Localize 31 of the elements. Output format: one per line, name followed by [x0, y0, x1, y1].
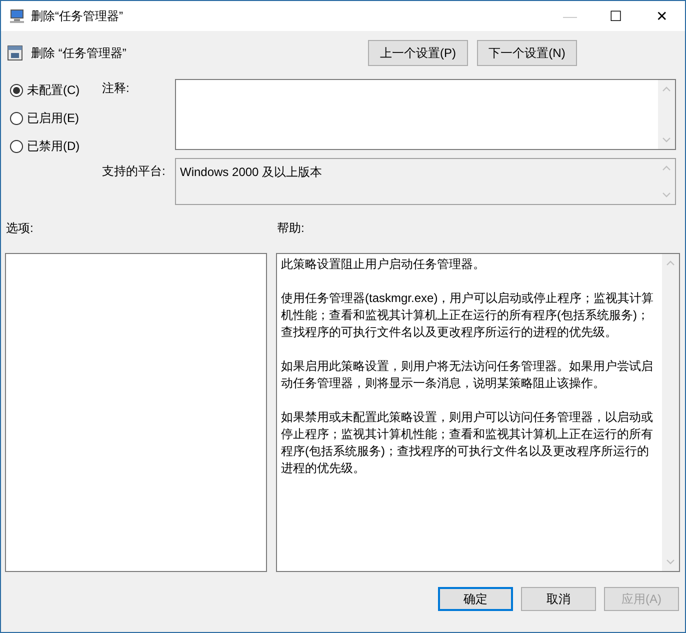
maximize-button[interactable]: ☐	[593, 1, 639, 31]
help-paragraph: 此策略设置阻止用户启动任务管理器。	[281, 256, 486, 273]
scroll-up-icon[interactable]	[662, 86, 671, 92]
help-paragraph: 如果禁用或未配置此策略设置，则用户可以访问任务管理器，以启动或停止程序；监视其计算机性能；查看和监视其计算机上正在运行的所有程序(包括系统服务)；查找程序的可执行文件名以及更改程序所运行的进程的优先级。	[281, 409, 654, 477]
radio-label: 已启用(E)	[27, 110, 79, 127]
ok-button[interactable]: 确定	[438, 587, 513, 611]
radio-button[interactable]	[10, 112, 23, 124]
scroll-down-icon[interactable]	[662, 192, 671, 198]
policy-title: 删除 “任务管理器”	[31, 45, 126, 62]
scroll-up-icon[interactable]	[662, 165, 671, 171]
scroll-up-icon[interactable]	[666, 260, 675, 266]
previous-setting-button[interactable]: 上一个设置(P)	[368, 40, 468, 66]
next-setting-button[interactable]: 下一个设置(N)	[477, 40, 577, 66]
close-button[interactable]: ✕	[639, 1, 685, 31]
help-paragraph: 使用任务管理器(taskmgr.exe)，用户可以启动或停止程序；监视其计算机性能；查看和监视其计算机上正在运行的所有程序(包括系统服务)；查找程序的可执行文件名以及更改程序所运行的进程的优先级。	[281, 290, 655, 341]
platform-value: Windows 2000 及以上版本	[179, 164, 324, 181]
help-paragraph: 如果启用此策略设置，则用户将无法访问任务管理器。如果用户尝试启动任务管理器，则将显示一条消息，说明某策略阻止该操作。	[281, 358, 654, 392]
platform-label: 支持的平台:	[101, 163, 166, 180]
scroll-down-icon[interactable]	[666, 559, 675, 565]
radio-label: 未配置(C)	[27, 82, 80, 99]
window-title: 删除“任务管理器”	[31, 8, 123, 25]
computer-icon	[9, 8, 25, 24]
help-label: 帮助:	[277, 220, 304, 237]
scroll-down-icon[interactable]	[662, 137, 671, 143]
policy-icon	[7, 45, 23, 61]
radio-button[interactable]	[10, 140, 23, 152]
comment-label: 注释:	[101, 80, 130, 97]
radio-label: 已禁用(D)	[27, 138, 80, 155]
cancel-button[interactable]: 取消	[521, 587, 596, 611]
radio-button[interactable]	[10, 84, 23, 96]
options-label: 选项:	[6, 220, 34, 237]
